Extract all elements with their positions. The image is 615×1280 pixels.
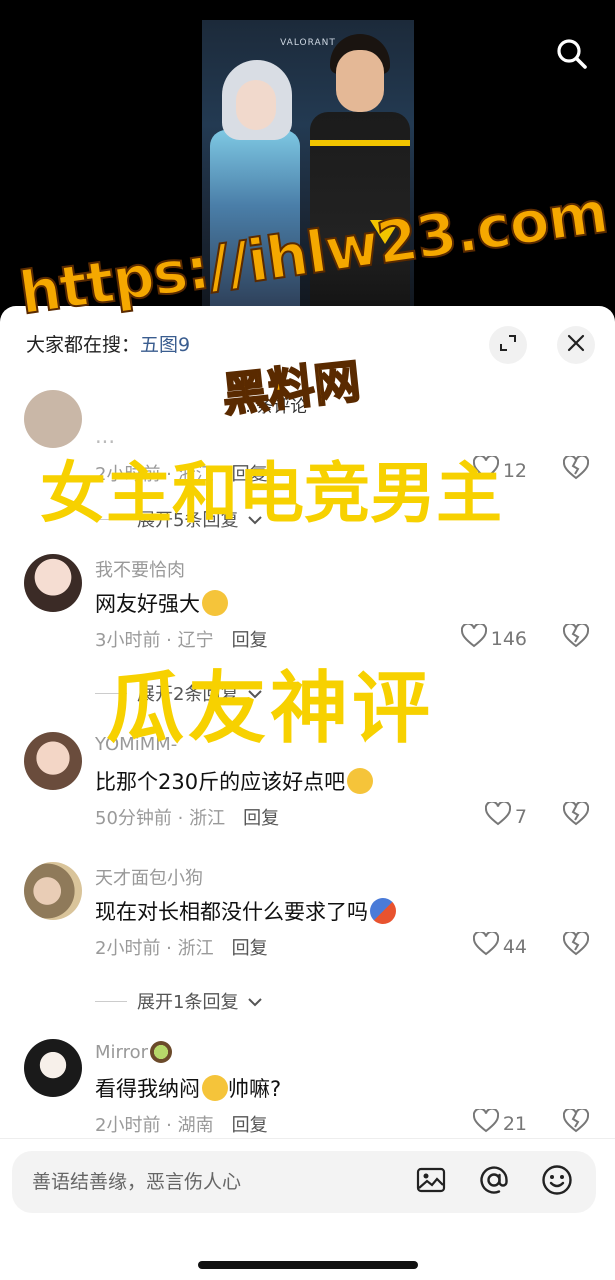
heart-icon [484,800,511,831]
comment-time-location: 50分钟前 · 浙江 [95,808,226,829]
divider [0,1138,615,1139]
trending-search-suggestion[interactable]: 大家都在搜：五图9 [26,330,190,357]
like-button[interactable]: 7 [484,800,527,831]
reply-button[interactable]: 回复 [232,1115,268,1136]
comment-text-part-2: 帅嘛? [228,1077,282,1101]
like-button[interactable]: 21 [472,1107,527,1138]
comment-input-bar [12,1151,596,1213]
comment-meta: 50分钟前 · 浙江 回复 [95,804,279,830]
comment-text: 比那个230斤的应该好点吧 [95,766,374,796]
like-button[interactable]: 44 [472,930,527,961]
comment-item: Mirror 看得我纳闷 帅嘛? 2小时前 · 湖南 回复 21 [0,1037,615,1137]
dislike-button[interactable] [562,800,590,830]
expand-sheet-button[interactable] [489,326,527,364]
comment-username[interactable]: Mirror [95,1041,173,1063]
broken-heart-icon [562,1107,590,1137]
expand-replies[interactable]: 展开1条回复 [95,988,263,1014]
comment-text-body: 比那个230斤的应该好点吧 [95,770,346,794]
diving-emoji-icon [370,898,396,924]
comment-text-body: 网友好强大 [95,592,200,616]
dislike-button[interactable] [562,454,590,484]
reply-button[interactable]: 回复 [243,808,279,829]
smiley-icon [541,1164,573,1200]
heart-icon [472,930,499,961]
suggest-term: 五图9 [140,334,191,356]
search-icon [554,36,590,76]
search-button[interactable] [548,32,596,80]
close-button[interactable] [557,326,595,364]
chevron-down-icon [248,991,263,1012]
dislike-button[interactable] [562,930,590,960]
image-button[interactable] [414,1165,448,1199]
dislike-button[interactable] [562,1107,590,1137]
laughing-emoji-icon [202,590,228,616]
heart-icon [472,1107,499,1138]
like-count: 7 [514,805,527,828]
comment-text: 看得我纳闷 帅嘛? [95,1073,281,1103]
comment-text: 现在对长相都没什么要求了吗 [95,896,396,926]
expand-replies-label: 展开1条回复 [137,992,239,1013]
mention-button[interactable] [477,1165,511,1199]
like-button[interactable]: 146 [460,622,527,653]
home-indicator[interactable] [198,1261,418,1269]
comment-time-location: 2小时前 · 浙江 [95,938,214,959]
avatar[interactable] [24,554,82,612]
like-count: 146 [490,627,527,650]
avatar[interactable] [24,862,82,920]
close-icon [566,333,586,357]
reply-button[interactable]: 回复 [232,938,268,959]
image-icon [416,1165,446,1199]
broken-heart-icon [562,622,590,652]
at-icon [478,1164,510,1200]
comment-username[interactable]: 我不要恰肉 [95,556,185,582]
broken-heart-icon [562,930,590,960]
overlay-title: 女主和电竞男主 [40,455,502,532]
comment-text-part-1: 看得我纳闷 [95,1077,200,1101]
broken-heart-icon [562,800,590,830]
suggest-prefix: 大家都在搜： [26,334,141,356]
expand-icon [498,333,518,357]
avatar[interactable] [24,1039,82,1097]
comment-meta: 2小时前 · 浙江 回复 [95,934,268,960]
broken-heart-icon [562,454,590,484]
comment-meta: 2小时前 · 湖南 回复 [95,1111,268,1137]
comment-username[interactable]: 天才面包小狗 [95,864,203,890]
like-count: 21 [502,1112,527,1135]
avatar[interactable] [24,732,82,790]
heart-icon [460,622,487,653]
comment-time-location: 2小时前 · 湖南 [95,1115,214,1136]
comment-username-text: Mirror [95,1042,149,1063]
emoji-button[interactable] [540,1165,574,1199]
comment-input[interactable] [32,1167,382,1197]
comment-text-body: 现在对长相都没什么要求了吗 [95,900,368,924]
comment-item: 天才面包小狗 现在对长相都没什么要求了吗 2小时前 · 浙江 回复 44 展开1条… [0,860,615,1013]
like-count: 12 [502,459,527,482]
thinking-emoji-icon [202,1075,228,1101]
crying-laughing-emoji-icon [347,768,374,794]
overlay-subtitle: 瓜友神评 [106,664,435,754]
comment-text: 网友好强大 [95,588,228,618]
dislike-button[interactable] [562,622,590,652]
like-count: 44 [502,935,527,958]
kiwi-emoji-icon [150,1041,173,1063]
